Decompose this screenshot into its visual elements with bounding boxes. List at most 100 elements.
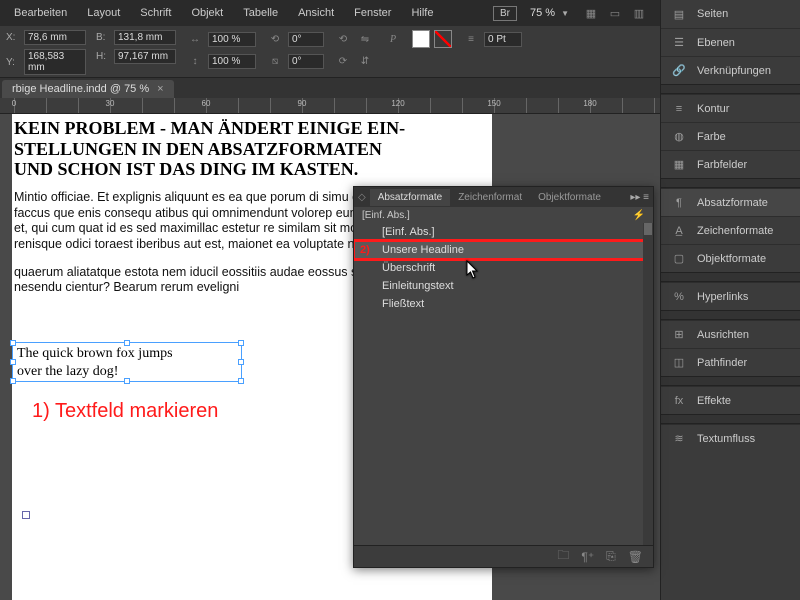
right-item-label: Ebenen (697, 37, 735, 49)
flip-v-icon[interactable]: ⇵ (356, 52, 374, 70)
menu-window[interactable]: Fenster (344, 3, 401, 23)
flip-h-icon[interactable]: ⇋ (356, 30, 374, 48)
handle-mid-right[interactable] (238, 359, 244, 365)
pstyle-item[interactable]: Fließtext (354, 295, 653, 313)
links-icon: 🔗 (671, 63, 687, 79)
right-item-color[interactable]: ◍Farbe (661, 122, 800, 150)
obj-icon: ▢ (671, 251, 687, 267)
overset-marker (22, 511, 30, 519)
x-field[interactable]: 78,6 mm (24, 30, 86, 45)
right-item-char[interactable]: A̲ Zeichenformate (661, 216, 800, 244)
rot90cw-icon[interactable]: ⟳ (334, 52, 352, 70)
close-tab-icon[interactable]: × (157, 83, 163, 95)
handle-top-right[interactable] (238, 340, 244, 346)
clear-override-icon[interactable]: ¶⁺ (581, 550, 594, 564)
right-item-label: Effekte (697, 395, 731, 407)
new-style-icon[interactable]: ⎘ (606, 549, 616, 564)
y-field[interactable]: 168,583 mm (24, 49, 86, 75)
para-icon: ¶ (671, 195, 687, 211)
right-item-pathfinder[interactable]: ◫Pathfinder (661, 348, 800, 376)
right-item-hyperlink[interactable]: %Hyperlinks (661, 282, 800, 310)
scale-x-field[interactable]: 100 % (208, 32, 256, 47)
pstyle-item[interactable]: Überschrift (354, 259, 653, 277)
right-item-label: Kontur (697, 103, 729, 115)
pages-icon: ▤ (671, 6, 687, 22)
x-label: X: (6, 32, 20, 43)
right-item-align[interactable]: ⊞Ausrichten (661, 320, 800, 348)
pstyles-scrollbar[interactable] (643, 223, 653, 545)
document-tab[interactable]: rbige Headline.indd @ 75 % × (2, 80, 174, 98)
stroke-icon: ≡ (671, 101, 687, 117)
scrollbar-thumb[interactable] (644, 223, 652, 235)
menu-layout[interactable]: Layout (77, 3, 130, 23)
menu-help[interactable]: Hilfe (401, 3, 443, 23)
pstyle-item[interactable]: Einleitungstext (354, 277, 653, 295)
right-item-pages[interactable]: ▤Seiten (661, 0, 800, 28)
annotation-step-1: 1) Textfeld markieren (32, 400, 218, 423)
w-label: B: (96, 32, 110, 43)
right-item-links[interactable]: 🔗Verknüpfungen (661, 56, 800, 84)
panel-grip-icon[interactable]: ◇ (354, 192, 370, 203)
menu-view[interactable]: Ansicht (288, 3, 344, 23)
stroke-swatch-icon[interactable] (434, 30, 452, 48)
tab-objektformate[interactable]: Objektformate (530, 189, 609, 206)
shear-icon: ⧅ (266, 52, 284, 70)
right-item-obj[interactable]: ▢Objektformate (661, 244, 800, 272)
quick-apply-icon[interactable]: ⚡ (633, 210, 645, 221)
paragraph-styles-panel[interactable]: ◇ Absatzformate Zeichenformat Objektform… (353, 186, 654, 568)
handle-bottom-right[interactable] (238, 378, 244, 384)
right-item-layers[interactable]: ☰Ebenen (661, 28, 800, 56)
right-item-label: Absatzformate (697, 197, 768, 209)
char-icon: A̲ (671, 223, 687, 239)
rotate-icon: ⟲ (266, 30, 284, 48)
rotate-field[interactable]: 0° (288, 32, 324, 47)
right-item-swatches[interactable]: ▦Farbfelder (661, 150, 800, 178)
tab-absatzformate[interactable]: Absatzformate (370, 189, 450, 206)
handle-top-left[interactable] (10, 340, 16, 346)
panel-collapse-icon[interactable]: ▸▸ ≡ (630, 192, 649, 203)
stroke-weight-icon: ≡ (462, 30, 480, 48)
trash-icon[interactable]: 🗑 (628, 550, 643, 564)
handle-bottom-left[interactable] (10, 378, 16, 384)
menu-edit[interactable]: Bearbeiten (4, 3, 77, 23)
view-options-icon[interactable]: ▦ (582, 4, 600, 22)
pstyles-current-row: [Einf. Abs.] ⚡ (354, 207, 653, 223)
menu-type[interactable]: Schrift (130, 3, 181, 23)
bridge-badge[interactable]: Br (493, 6, 517, 21)
zoom-dropdown[interactable]: 75 %▼ (523, 4, 576, 22)
stroke-weight-field[interactable]: 0 Pt (484, 32, 522, 47)
rot90ccw-icon[interactable]: ⟲ (334, 30, 352, 48)
shear-field[interactable]: 0° (288, 54, 324, 69)
selected-text-frame[interactable]: The quick brown fox jumpsover the lazy d… (12, 342, 242, 382)
tab-zeichenformat[interactable]: Zeichenformat (450, 189, 530, 206)
wrap-icon: ≋ (671, 431, 687, 447)
right-item-stroke[interactable]: ≡ Kontur (661, 94, 800, 122)
right-item-label: Pathfinder (697, 357, 747, 369)
fill-swatch-icon[interactable] (412, 30, 430, 48)
handle-mid-left[interactable] (10, 359, 16, 365)
pstyle-item[interactable]: Unsere Headline (354, 241, 653, 259)
folder-icon[interactable]: 🗀 (557, 546, 569, 567)
right-item-fx[interactable]: fxEffekte (661, 386, 800, 414)
arrange-icon[interactable]: ▥ (630, 4, 648, 22)
right-item-label: Farbe (697, 131, 726, 143)
screen-mode-icon[interactable]: ▭ (606, 4, 624, 22)
p-icon[interactable]: P (384, 30, 402, 48)
right-item-para[interactable]: ¶ Absatzformate (661, 188, 800, 216)
menu-table[interactable]: Tabelle (233, 3, 288, 23)
handle-top-center[interactable] (124, 340, 130, 346)
y-label: Y: (6, 57, 20, 68)
right-item-label: Zeichenformate (697, 225, 773, 237)
pstyle-item[interactable]: [Einf. Abs.] (354, 223, 653, 241)
right-panel-column: ▤Seiten☰Ebenen🔗Verknüpfungen ≡ Kontur ◍Farb… (660, 0, 800, 600)
pstyles-footer: 🗀 ¶⁺ ⎘ 🗑 (354, 545, 653, 567)
right-item-wrap[interactable]: ≋Textumfluss (661, 424, 800, 452)
h-label: H: (96, 51, 110, 62)
document-tab-title: rbige Headline.indd @ 75 % (12, 83, 149, 95)
h-field[interactable]: 97,167 mm (114, 49, 176, 64)
menu-object[interactable]: Objekt (181, 3, 233, 23)
scale-y-icon: ↕ (186, 52, 204, 70)
scale-y-field[interactable]: 100 % (208, 54, 256, 69)
w-field[interactable]: 131,8 mm (114, 30, 176, 45)
handle-bottom-center[interactable] (124, 378, 130, 384)
